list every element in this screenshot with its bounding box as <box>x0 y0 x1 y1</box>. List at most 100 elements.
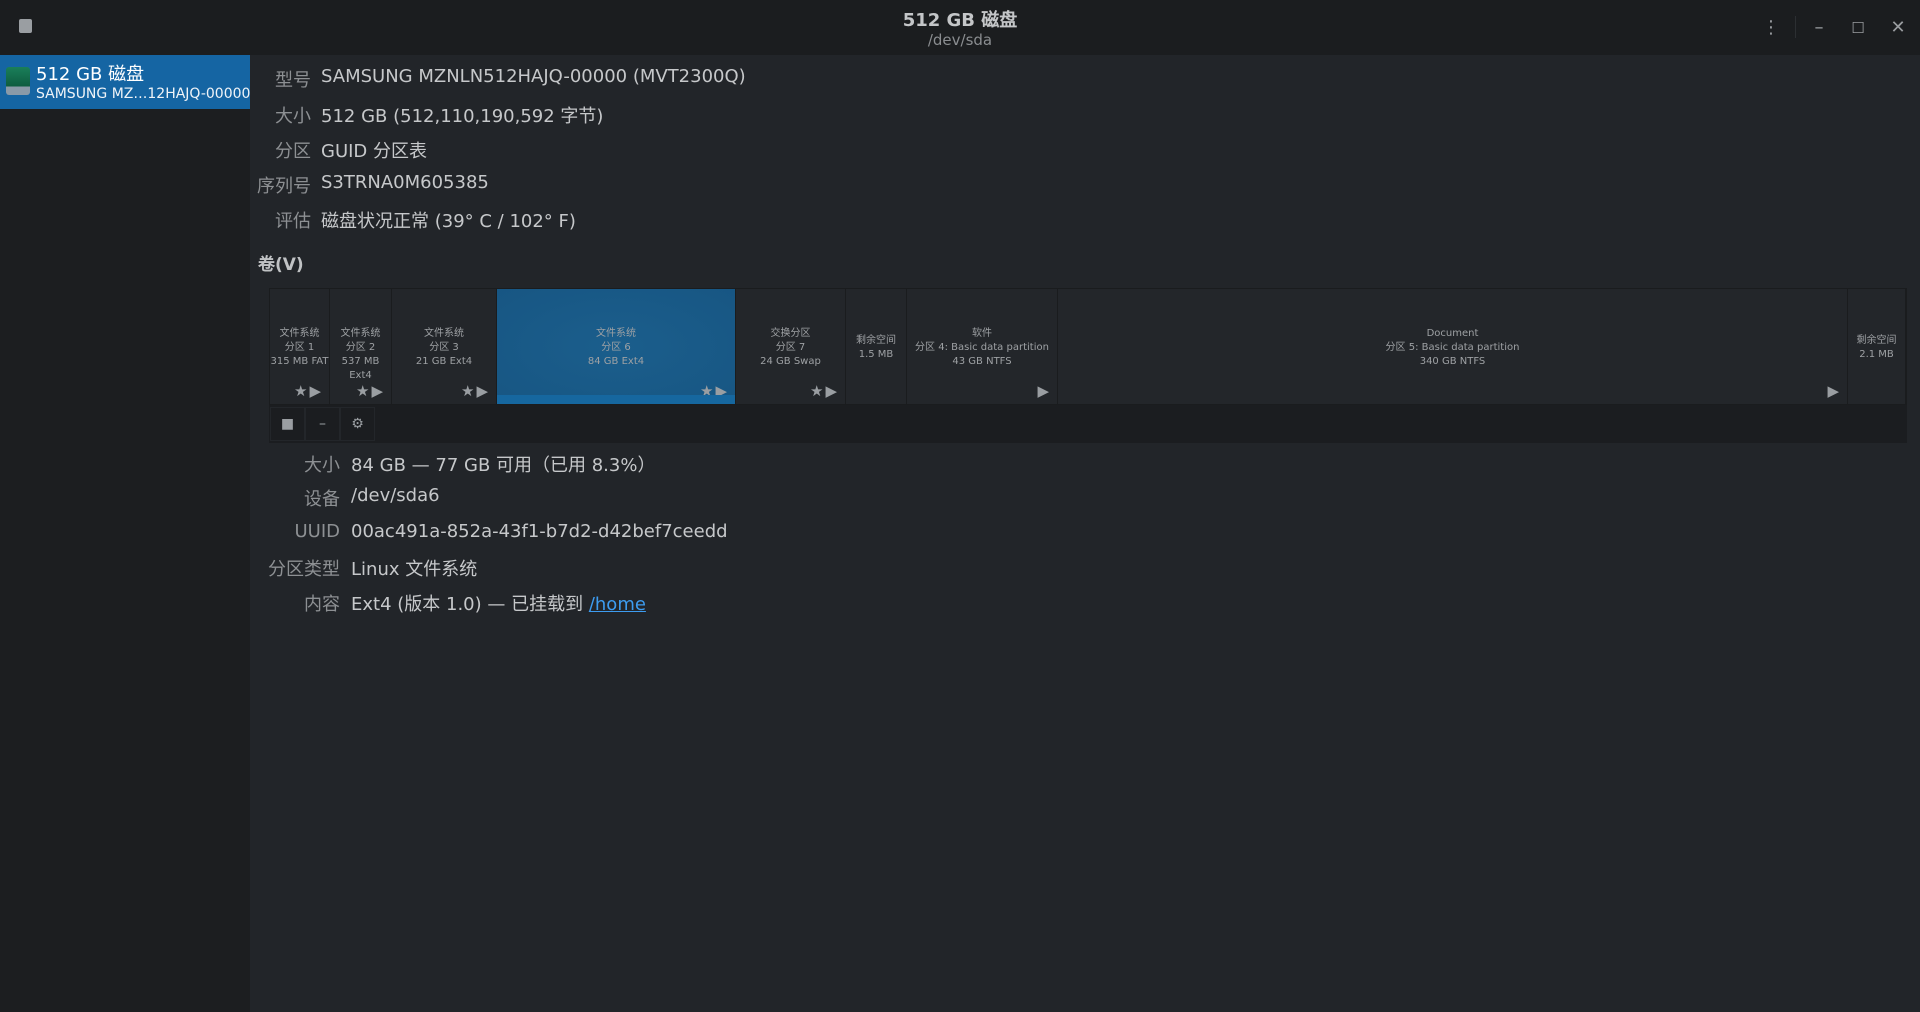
partition-text: 分区 1 <box>284 342 315 353</box>
partition-segment[interactable]: 交换分区分区 7 24 GB Swap ★▶ <box>736 289 846 404</box>
partition-text: 分区 4: Basic data partition <box>915 342 1049 353</box>
info-label: 评估 <box>275 211 311 232</box>
title-bar: 512 GB 磁盘 /dev/sda ⋮ – ☐ ✕ <box>0 0 1920 55</box>
partition-segment[interactable]: 文件系统 分区 3 21 GB Ext4 ★▶ <box>392 289 497 404</box>
kebab-menu-icon[interactable]: ⋮ <box>1757 14 1785 42</box>
partition-segment[interactable]: 软件分区 4: Basic data partition 43 GB NTFS ▶ <box>907 289 1058 404</box>
info-value: 磁盘状况正常 (39° C / 102° F) <box>321 207 576 233</box>
partition-text: 文件系统 <box>424 328 464 339</box>
partition-label: 文件系统分区 6 84 GB Ext4 <box>497 327 735 369</box>
gears-icon[interactable]: ⚙ <box>340 407 375 441</box>
star-play-icon: ▶ <box>1827 382 1841 400</box>
partition-text: 交换分区 <box>770 328 811 339</box>
partition-text: 24 GB Swap <box>760 356 821 367</box>
info-value-text: 84 GB — 77 GB 可用（已用 8.3%） <box>351 455 656 476</box>
maximize-icon[interactable]: ☐ <box>1844 14 1872 42</box>
info-row: UUID 00ac491a-852a-43f1-b7d2-d42bef7ceedd <box>0 521 1000 547</box>
info-value-text: SAMSUNG MZNLN512HAJQ-00000 (MVT2300Q) <box>321 66 746 87</box>
info-label: 序列号 <box>257 176 311 197</box>
star-play-icon: ★▶ <box>461 382 490 400</box>
info-value: SAMSUNG MZNLN512HAJQ-00000 (MVT2300Q) <box>321 66 746 87</box>
info-value-text: S3TRNA0M605385 <box>321 172 489 193</box>
info-value: GUID 分区表 <box>321 137 427 163</box>
partition-segment[interactable]: Document 分区 5: Basic data partition 340 GB… <box>1058 289 1848 404</box>
partition-segment[interactable]: 剩余空间 1.5 MB <box>846 289 907 404</box>
partition-text: 43 GB NTFS <box>952 356 1012 367</box>
partition-text: 2.1 MB <box>1859 349 1894 360</box>
partition-label: 文件系统 分区 3 21 GB Ext4 <box>392 327 496 369</box>
disk-utility-icon <box>19 19 32 33</box>
star-play-icon: ★▶ <box>700 382 729 400</box>
partition-label: 交换分区分区 7 24 GB Swap <box>736 327 845 369</box>
info-value: 84 GB — 77 GB 可用（已用 8.3%） <box>351 451 655 477</box>
info-value-text: Linux 文件系统 <box>351 559 478 580</box>
partition-text: 21 GB Ext4 <box>415 356 473 367</box>
partition-text: 剩余空间 <box>856 335 896 346</box>
info-value-text: 磁盘状况正常 (39° C / 102° F) <box>321 211 576 232</box>
info-value-text: /dev/sda6 <box>351 485 440 506</box>
mount-point-link[interactable]: /home <box>589 594 646 615</box>
info-label: 大小 <box>275 106 311 127</box>
info-label: 分区类型 <box>268 559 340 580</box>
info-row: 设备/dev/sda6 <box>0 485 1000 511</box>
partition-segment[interactable]: 剩余空间 2.1 MB <box>1848 289 1906 404</box>
partition-text: Document <box>1426 328 1479 339</box>
star-play-icon: ★▶ <box>356 382 385 400</box>
star-play-icon: ★▶ <box>810 382 839 400</box>
info-value: S3TRNA0M605385 <box>321 172 489 193</box>
info-label: UUID <box>294 521 340 542</box>
info-label: 分区 <box>275 141 311 162</box>
info-label: 型号 <box>275 70 311 91</box>
info-value-text: 512 GB (512,110,190,592 字节) <box>321 106 604 127</box>
partition-label: Document 分区 5: Basic data partition 340 GB… <box>1058 327 1847 369</box>
partition-toolbar: ■ – ⚙ <box>269 405 1907 443</box>
info-label: 内容 <box>304 594 340 615</box>
partition-map: 文件系统 分区 1 315 MB FAT ★▶ 文件系统 分区 2 537 MB Ext4 ★… <box>269 288 1907 405</box>
separator <box>1795 16 1796 38</box>
partition-label: 剩余空间 1.5 MB <box>846 334 906 362</box>
stop-icon[interactable]: ■ <box>270 407 305 441</box>
partition-text: 315 MB FAT <box>270 356 329 367</box>
close-icon[interactable]: ✕ <box>1884 14 1912 42</box>
partition-text: 1.5 MB <box>858 349 894 360</box>
info-row: 大小 512 GB (512,110,190,592 字节) <box>0 102 1000 128</box>
partition-text: 文件系统 <box>279 328 320 339</box>
star-play-icon: ★▶ <box>294 382 323 400</box>
partition-label: 软件分区 4: Basic data partition 43 GB NTFS <box>907 327 1057 369</box>
info-row: 序列号 S3TRNA0M605385 <box>0 172 1000 198</box>
partition-text: 软件 <box>972 328 992 339</box>
volumes-heading: 卷(V) <box>258 255 304 275</box>
partition-text: 84 GB Ext4 <box>587 356 645 367</box>
info-value: 512 GB (512,110,190,592 字节) <box>321 102 603 128</box>
minimize-icon[interactable]: – <box>1805 14 1833 42</box>
partition-segment[interactable]: 文件系统 分区 2 537 MB Ext4 ★▶ <box>330 289 392 404</box>
info-row: 大小 84 GB — 77 GB 可用（已用 8.3%） <box>0 451 1000 477</box>
info-value: Linux 文件系统 <box>351 555 477 581</box>
partition-segment[interactable]: 文件系统分区 6 84 GB Ext4 ★▶ <box>497 289 736 404</box>
info-row: 分区 GUID 分区表 <box>0 137 1000 163</box>
window-title: 512 GB 磁盘 <box>902 10 1018 31</box>
partition-text: 剩余空间 <box>1856 335 1897 346</box>
minus-icon[interactable]: – <box>305 407 340 441</box>
partition-text: 340 GB NTFS <box>1419 356 1486 367</box>
info-value: Ext4 (版本 1.0) — 已挂载到 /home <box>351 590 646 616</box>
info-label: 设备 <box>304 489 340 510</box>
partition-segment[interactable]: 文件系统分区 1 315 MB FAT ★▶ <box>270 289 330 404</box>
info-row: 分区类型 Linux 文件系统 <box>0 555 1000 581</box>
star-play-icon: ▶ <box>1037 382 1051 400</box>
partition-text: 分区 5: Basic data partition <box>1385 342 1520 353</box>
info-value: /dev/sda6 <box>351 485 440 506</box>
partition-text: 分区 7 <box>775 342 806 353</box>
info-value-text: 00ac491a-852a-43f1-b7d2-d42bef7ceedd <box>351 521 728 542</box>
partition-text: 分区 2 <box>345 342 376 353</box>
info-row: 评估 磁盘状况正常 (39° C / 102° F) <box>0 207 1000 233</box>
partition-label: 文件系统分区 1 315 MB FAT <box>270 327 329 369</box>
partition-text: 文件系统 <box>596 328 636 339</box>
info-value-text: Ext4 (版本 1.0) — 已挂载到 <box>351 594 589 615</box>
partition-text: 文件系统 <box>340 328 381 339</box>
partition-text: 分区 6 <box>601 342 631 353</box>
info-value-text: GUID 分区表 <box>321 141 428 162</box>
info-label: 大小 <box>304 455 340 476</box>
partition-label: 文件系统 分区 2 537 MB Ext4 <box>330 327 391 383</box>
info-row: 内容 Ext4 (版本 1.0) — 已挂载到 /home <box>0 590 1000 616</box>
